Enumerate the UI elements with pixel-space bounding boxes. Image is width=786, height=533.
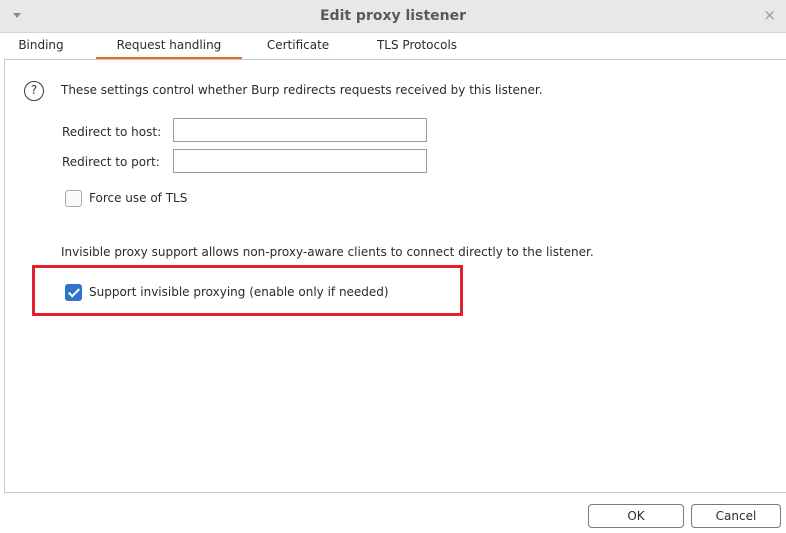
redirect-port-label: Redirect to port: [62,155,160,169]
description-text: These settings control whether Burp redi… [61,83,543,97]
tab-tls-protocols[interactable]: TLS Protocols [362,33,472,59]
tab-certificate[interactable]: Certificate [258,33,338,59]
redirect-port-input[interactable] [173,149,427,173]
tab-request-handling[interactable]: Request handling [96,33,242,59]
invisible-proxy-label: Support invisible proxying (enable only … [89,285,389,299]
ok-button[interactable]: OK [588,504,684,528]
tab-bar: Binding Request handling Certificate TLS… [0,33,786,59]
force-tls-checkbox[interactable] [65,190,82,207]
invisible-proxy-description: Invisible proxy support allows non-proxy… [61,245,594,259]
force-tls-label: Force use of TLS [89,191,188,205]
redirect-host-input[interactable] [173,118,427,142]
help-icon[interactable]: ? [24,81,44,101]
tab-binding[interactable]: Binding [10,33,72,59]
invisible-proxy-checkbox[interactable] [65,284,82,301]
close-icon[interactable]: × [763,7,776,23]
title-bar: Edit proxy listener × [0,0,786,33]
window-title: Edit proxy listener [319,8,466,24]
redirect-host-label: Redirect to host: [62,125,162,139]
cancel-button[interactable]: Cancel [691,504,781,528]
dialog-footer: OK Cancel [0,493,786,533]
